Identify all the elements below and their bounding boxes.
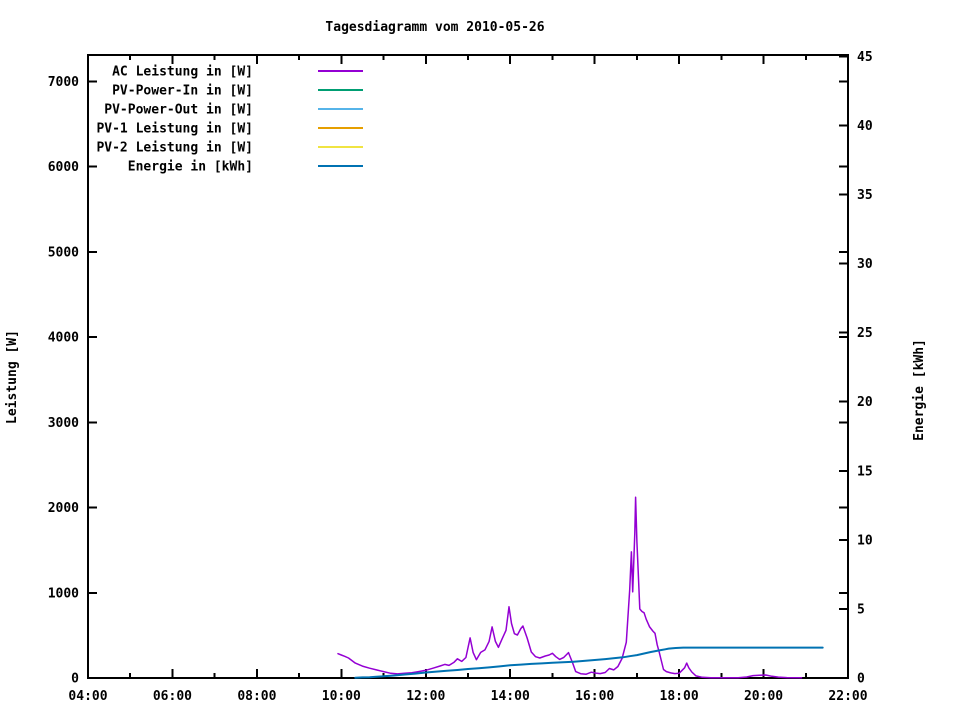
y-right-tick-label: 25: [857, 326, 873, 341]
y-left-tick-label: 5000: [48, 245, 79, 260]
y-left-tick-label: 7000: [48, 75, 79, 90]
x-tick-label: 20:00: [744, 689, 783, 704]
plot-area: 0 1000 2000 3000 4000 5000 6000 7000 0 5 10 15 20 25 3…: [48, 50, 873, 704]
x-tick-label: 12:00: [406, 689, 445, 704]
x-tick-label: 14:00: [491, 689, 530, 704]
y-right-tick-label: 40: [857, 119, 873, 134]
y-left-tick-label: 3000: [48, 416, 79, 431]
y-left-tick-label: 6000: [48, 160, 79, 175]
x-tick-label: 04:00: [68, 689, 107, 704]
y-left-tick-label: 2000: [48, 501, 79, 516]
y-right-tick-label: 15: [857, 464, 873, 479]
legend-label-pv-1-leistung-in-w: PV-1 Leistung in [W]: [96, 122, 253, 137]
chart: Tagesdiagramm vom 2010-05-26 Leistung [W…: [0, 0, 960, 720]
legend-label-pv-power-in-in-w: PV-Power-In in [W]: [112, 84, 253, 99]
x-tick-label: 06:00: [153, 689, 192, 704]
legend-label-ac-leistung-in-w: AC Leistung in [W]: [112, 65, 253, 80]
y-right-tick-label: 30: [857, 257, 873, 272]
x-tick-label: 10:00: [322, 689, 361, 704]
legend-label-energie-in-kwh: Energie in [kWh]: [128, 160, 253, 175]
y-right-tick-label: 45: [857, 50, 873, 65]
y-right-tick-label: 5: [857, 602, 865, 617]
x-tick-label: 18:00: [660, 689, 699, 704]
y-right-tick-label: 35: [857, 188, 873, 203]
y-left-tick-label: 1000: [48, 586, 79, 601]
y-right-tick-label: 20: [857, 395, 873, 410]
y-left-tick-label: 0: [71, 672, 79, 687]
y-right-tick-label: 0: [857, 672, 865, 687]
legend-label-pv-power-out-in-w: PV-Power-Out in [W]: [104, 103, 253, 118]
series-line-ac-leistung-in-w: [337, 496, 803, 679]
x-tick-label: 22:00: [828, 689, 867, 704]
x-tick-label: 16:00: [575, 689, 614, 704]
y-right-tick-label: 10: [857, 533, 873, 548]
y-left-tick-label: 4000: [48, 331, 79, 346]
x-tick-label: 08:00: [237, 689, 276, 704]
legend-label-pv-2-leistung-in-w: PV-2 Leistung in [W]: [96, 141, 253, 156]
